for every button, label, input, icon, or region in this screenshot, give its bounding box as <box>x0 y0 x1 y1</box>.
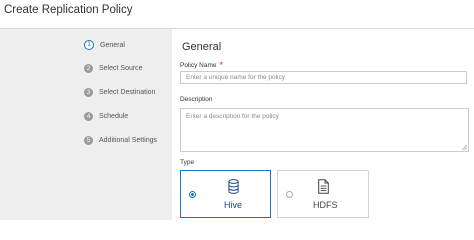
resize-grip-icon[interactable] <box>462 145 467 150</box>
step-label: Schedule <box>99 112 129 120</box>
type-option-hdfs[interactable]: HDFS <box>277 170 369 218</box>
policy-name-label: Policy Name * <box>180 60 223 70</box>
file-icon <box>318 179 329 194</box>
step-label: General <box>100 41 125 49</box>
required-asterisk: * <box>219 60 223 70</box>
database-icon <box>228 179 239 194</box>
step-number-badge: 3 <box>84 87 93 97</box>
step-label: Select Source <box>99 64 143 72</box>
hdfs-option-label: HDFS <box>313 200 338 210</box>
general-form: General Policy Name* Description Type Hi… <box>172 29 474 220</box>
hive-radio[interactable] <box>189 191 196 198</box>
step-label: Select Destination <box>99 88 156 96</box>
description-textarea[interactable] <box>180 108 469 152</box>
hive-option-label: Hive <box>224 200 243 210</box>
step-number-badge: 2 <box>84 63 93 73</box>
step-schedule[interactable]: 4 Schedule <box>84 110 174 122</box>
step-select-source[interactable]: 2 Select Source <box>84 62 174 74</box>
policy-name-input[interactable] <box>180 71 467 84</box>
step-number-badge: 1 <box>84 40 94 50</box>
step-number-badge: 4 <box>84 111 93 121</box>
type-option-hive[interactable]: Hive <box>180 170 271 218</box>
step-number-badge: 5 <box>84 135 93 145</box>
page-header: Create Replication Policy <box>0 0 474 28</box>
step-label: Additional Settings <box>99 136 157 144</box>
description-label: Description <box>180 96 213 103</box>
step-additional-settings[interactable]: 5 Additional Settings <box>84 134 174 146</box>
step-general[interactable]: 1 General <box>84 39 174 51</box>
page-title: Create Replication Policy <box>4 4 133 16</box>
type-label: Type <box>180 159 195 166</box>
wizard-steps-sidebar: 1 General 2 Select Source 3 Select Desti… <box>0 29 172 220</box>
hdfs-radio[interactable] <box>286 191 293 198</box>
step-select-destination[interactable]: 3 Select Destination <box>84 86 174 98</box>
section-title: General <box>182 41 222 53</box>
